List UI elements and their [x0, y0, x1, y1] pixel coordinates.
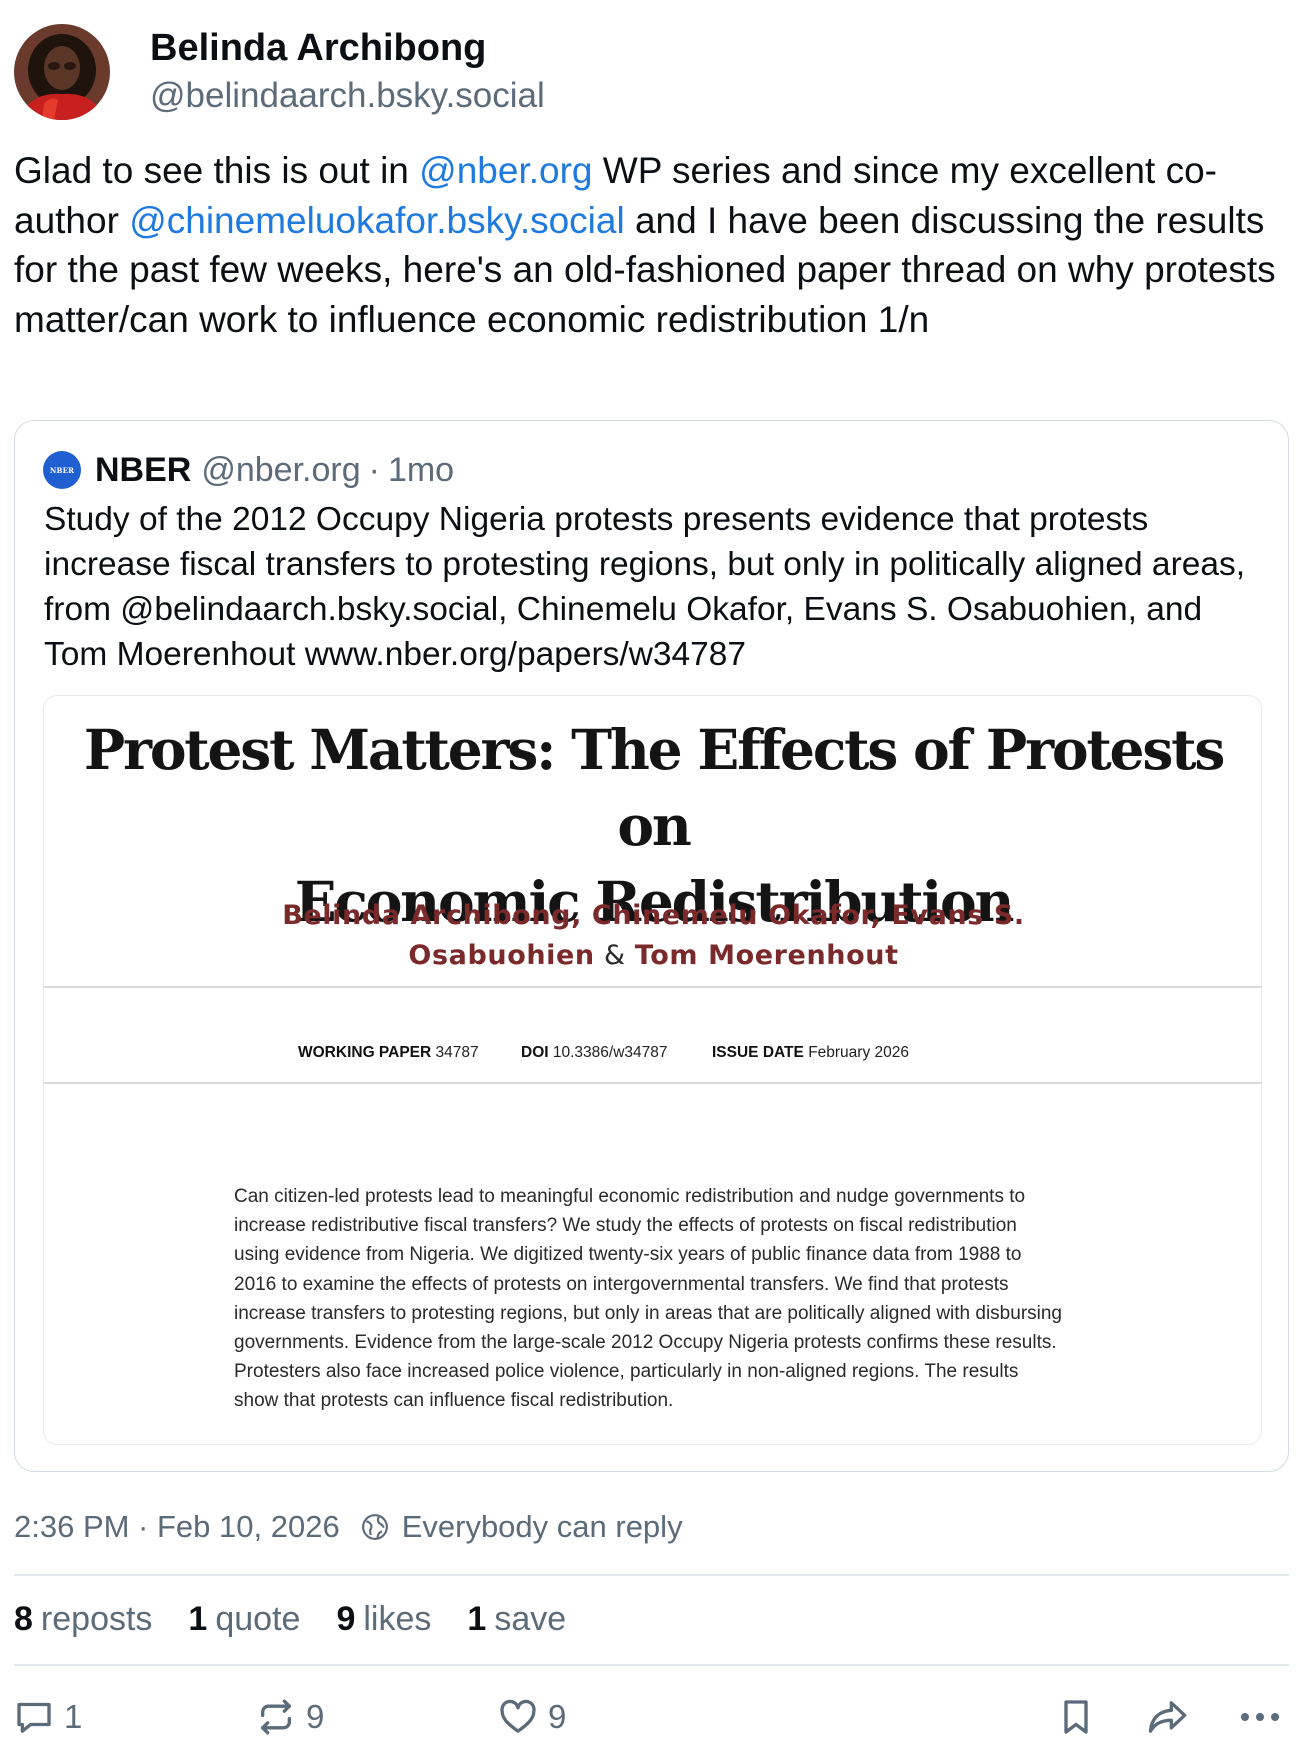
abstract-line: using evidence from Nigeria. We digitize…	[234, 1244, 1022, 1266]
separator-dot: ·	[368, 450, 380, 489]
quoted-post-text: Study of the 2012 Occupy Nigeria protest…	[44, 501, 1246, 673]
quoted-post-header: NBER NBER @nber.org · 1mo	[43, 447, 454, 493]
paper-author: Osabuohien	[408, 940, 595, 971]
paper-issue-date: ISSUE DATE February 2026	[712, 1044, 909, 1061]
paper-divider	[44, 1082, 1261, 1084]
author-handle[interactable]: @belindaarch.bsky.social	[150, 73, 545, 119]
paper-authors: Belinda Archibong, Chinemelu Okafor, Eva…	[44, 896, 1261, 976]
abstract-line: increase transfers to protesting regions…	[234, 1302, 1063, 1324]
paper-title-line: Protest Matters: The Effects of Protests…	[83, 717, 1225, 858]
author-display-name[interactable]: Belinda Archibong	[150, 25, 545, 71]
nber-avatar[interactable]: NBER	[43, 451, 81, 489]
like-button[interactable]: 9	[498, 1690, 566, 1744]
like-count: 9	[548, 1698, 567, 1735]
abstract-line: increase redistributive fiscal transfers…	[234, 1215, 1017, 1237]
divider	[14, 1574, 1289, 1576]
repost-icon	[256, 1697, 296, 1737]
more-options-button[interactable]	[1238, 1690, 1282, 1744]
divider	[14, 1664, 1289, 1666]
ampersand: &	[594, 940, 635, 971]
quoted-post-card[interactable]: NBER NBER @nber.org · 1mo Study of the 2…	[14, 420, 1289, 1472]
post-meta-row: 2:36 PM · Feb 10, 2026 Everybody can rep…	[14, 1504, 683, 1550]
post-author[interactable]: Belinda Archibong @belindaarch.bsky.soci…	[14, 24, 545, 120]
quotes-stat[interactable]: 1 quote	[188, 1600, 300, 1639]
reply-icon	[14, 1697, 54, 1737]
paper-working-paper: WORKING PAPER 34787	[298, 1044, 479, 1061]
post-thread-view: Belinda Archibong @belindaarch.bsky.soci…	[0, 0, 1303, 1744]
abstract-line: Protesters also face increased police vi…	[234, 1361, 1019, 1383]
paper-author: Belinda Archibong	[282, 900, 572, 931]
quoted-author-name[interactable]: NBER	[95, 451, 191, 490]
globe-icon	[360, 1512, 390, 1542]
abstract-line: 2016 to examine the effects of protests …	[234, 1273, 1009, 1295]
reply-button[interactable]: 1	[14, 1690, 82, 1744]
avatar-image	[14, 24, 110, 120]
paper-doi: DOI 10.3386/w34787	[521, 1044, 668, 1061]
repost-count: 9	[306, 1698, 325, 1735]
paper-preview-image[interactable]: Protest Matters: The Effects of Protests…	[43, 695, 1262, 1445]
paper-author: , Chinemelu Okafor	[571, 900, 871, 931]
heart-icon	[498, 1697, 538, 1737]
abstract-line: governments. Evidence from the large-sca…	[234, 1332, 1057, 1354]
mention-link-coauthor[interactable]: @chinemeluokafor.bsky.social	[129, 200, 625, 241]
post-body: Glad to see this is out in @nber.org WP …	[14, 146, 1284, 344]
paper-abstract: Can citizen-led protests lead to meaning…	[234, 1182, 1134, 1416]
paper-meta-row: WORKING PAPER 34787 DOI 10.3386/w34787 I…	[44, 1044, 1261, 1074]
paper-author: , Evans S.	[870, 900, 1025, 931]
share-icon	[1146, 1697, 1190, 1737]
avatar[interactable]	[14, 24, 110, 120]
engagement-stats: 8 reposts 1 quote 9 likes 1 save	[14, 1596, 602, 1642]
abstract-line: show that protests can influence fiscal …	[234, 1390, 674, 1412]
reposts-stat[interactable]: 8 reposts	[14, 1600, 152, 1639]
paper-author: Tom Moerenhout	[634, 940, 899, 971]
bookmark-button[interactable]	[1056, 1690, 1096, 1744]
post-text-segment: Glad to see this is out in	[14, 150, 420, 191]
likes-stat[interactable]: 9 likes	[336, 1600, 431, 1639]
reply-setting-label[interactable]: Everybody can reply	[402, 1509, 683, 1545]
post-action-bar: 1 9 9	[0, 1690, 1303, 1744]
share-button[interactable]	[1146, 1690, 1190, 1744]
bookmark-icon	[1056, 1697, 1096, 1737]
saves-stat[interactable]: 1 save	[467, 1600, 566, 1639]
post-timestamp[interactable]: 2:36 PM · Feb 10, 2026	[14, 1509, 340, 1545]
reply-count: 1	[64, 1698, 83, 1735]
quoted-author-handle[interactable]: @nber.org	[201, 451, 360, 490]
more-horizontal-icon	[1238, 1697, 1282, 1737]
abstract-line: Can citizen-led protests lead to meaning…	[234, 1186, 1026, 1207]
paper-divider	[44, 986, 1261, 988]
repost-button[interactable]: 9	[256, 1690, 324, 1744]
mention-link-nber[interactable]: @nber.org	[419, 150, 592, 191]
quoted-post-time[interactable]: 1mo	[388, 451, 454, 490]
